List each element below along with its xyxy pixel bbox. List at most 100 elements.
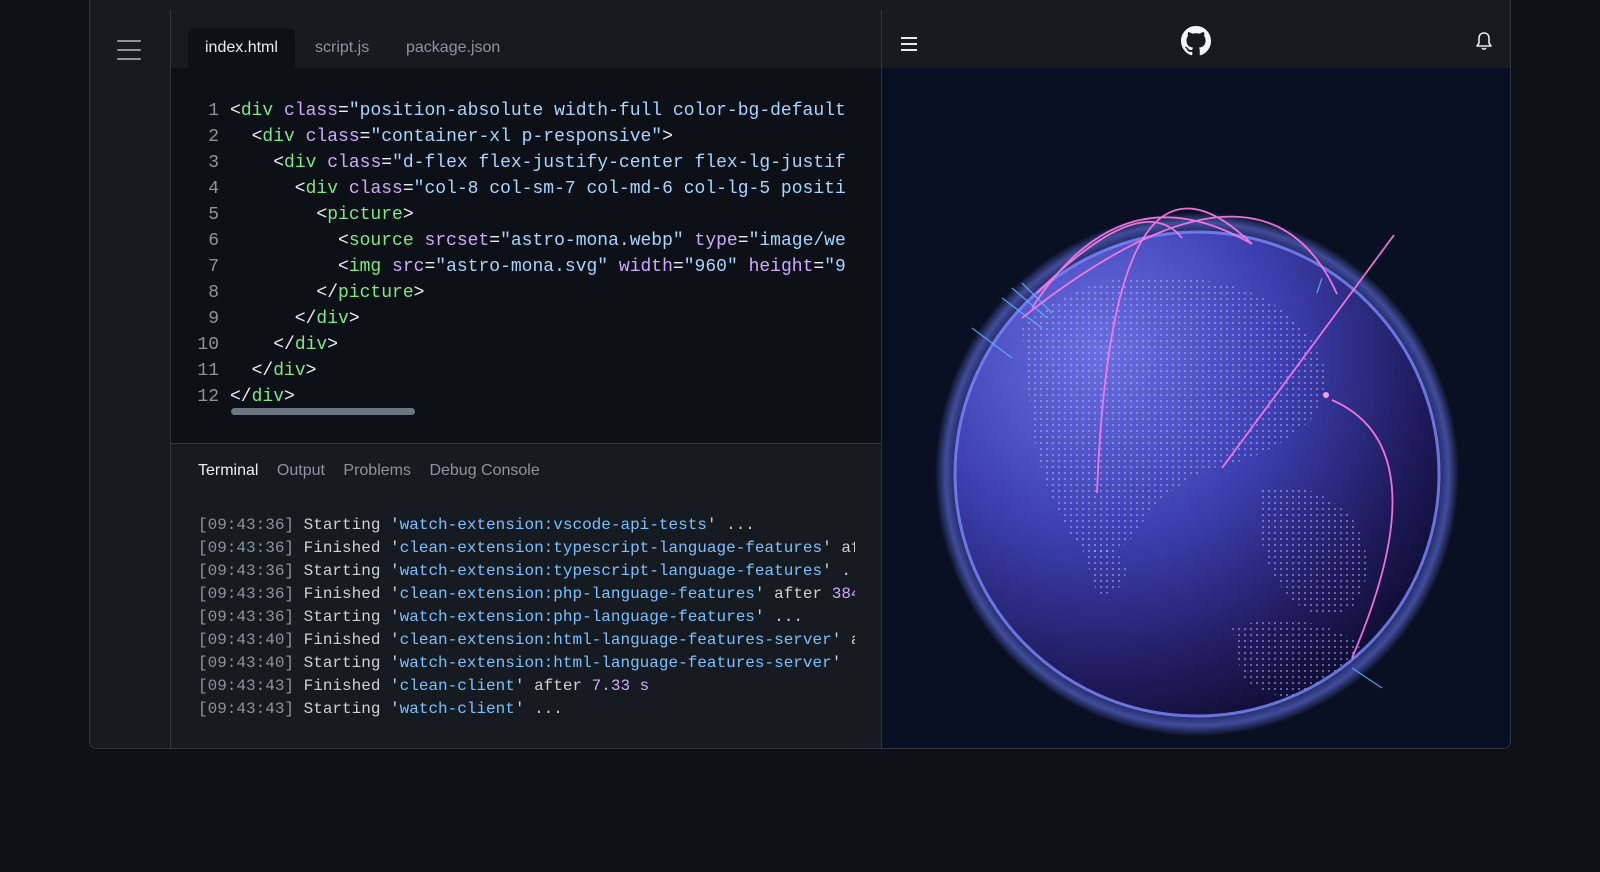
tab-script-js[interactable]: script.js	[298, 28, 386, 68]
code-text: </div>	[230, 332, 855, 358]
code-token: =	[737, 231, 749, 251]
code-token: class	[284, 101, 339, 121]
code-token: "d-flex flex-justify-center flex-lg-just…	[392, 153, 846, 173]
code-token: <	[230, 127, 263, 147]
code-token: </	[230, 361, 274, 381]
line-number: 8	[208, 283, 219, 303]
terminal-task: watch-extension:vscode-api-tests	[399, 516, 707, 534]
tab-package-json[interactable]: package.json	[389, 28, 517, 68]
terminal-line: [09:43:43] Finished 'clean-client' after…	[198, 675, 855, 698]
code-line: 9 </div>	[171, 306, 881, 332]
terminal-line: [09:43:40] Finished 'clean-extension:htm…	[198, 629, 855, 652]
code-token: >	[284, 387, 295, 407]
code-text: <source srcset="astro-mona.webp" type="i…	[230, 228, 855, 254]
github-logo-icon[interactable]	[1181, 26, 1211, 56]
code-token: =	[338, 101, 349, 121]
terminal-task: clean-extension:html-language-features-s…	[399, 631, 832, 649]
terminal-task: watch-extension:php-language-features	[399, 608, 755, 626]
terminal-rest: '	[831, 654, 842, 672]
code-line: 8 </picture>	[171, 280, 881, 306]
terminal-task: clean-client	[399, 677, 515, 695]
line-number: 9	[208, 309, 219, 329]
tab-problems[interactable]: Problems	[343, 462, 411, 480]
code-text: <picture>	[230, 202, 855, 228]
terminal-verb: Starting '	[294, 608, 400, 626]
sidebar-menu-button[interactable]	[117, 40, 141, 60]
terminal-verb: Starting '	[294, 562, 400, 580]
terminal-ts: [09:43:36]	[198, 585, 295, 603]
tab-output[interactable]: Output	[277, 462, 325, 480]
code-token: <	[230, 179, 306, 199]
line-number: 12	[197, 387, 219, 407]
code-token: div	[316, 309, 349, 329]
terminal-rest: ' a	[831, 631, 855, 649]
terminal-line: [09:43:36] Starting 'watch-extension:typ…	[198, 560, 855, 583]
code-token: source	[348, 231, 414, 251]
code-token: "container-xl p-responsive"	[370, 127, 663, 147]
code-token: div	[294, 335, 328, 355]
menu-line	[117, 40, 141, 42]
line-number: 2	[208, 127, 219, 147]
code-token: =	[424, 257, 436, 277]
code-token: div	[273, 361, 306, 381]
terminal-task: watch-client	[399, 700, 515, 718]
bell-icon[interactable]	[1475, 31, 1493, 51]
terminal-task: watch-extension:typescript-language-feat…	[399, 562, 823, 580]
code-token: type	[694, 231, 738, 251]
tab-debug-console[interactable]: Debug Console	[429, 462, 539, 480]
code-token: height	[748, 257, 814, 277]
code-token: >	[662, 127, 673, 147]
terminal-line: [09:43:36] Starting 'watch-extension:vsc…	[198, 514, 855, 537]
code-text: <img src="astro-mona.svg" width="960" he…	[230, 254, 855, 280]
horizontal-scrollbar[interactable]	[231, 408, 415, 415]
line-number: 6	[208, 231, 219, 251]
tab-index-html[interactable]: index.html	[188, 28, 295, 68]
terminal-rest: ' after	[754, 585, 832, 603]
code-token: =	[489, 231, 501, 251]
code-token: picture	[327, 205, 403, 225]
tab-terminal[interactable]: Terminal	[198, 462, 258, 480]
terminal-output[interactable]: [09:43:36] Starting ' watch-extension:vsc…	[198, 514, 855, 721]
code-token: class	[305, 127, 360, 147]
code-token: >	[402, 205, 414, 225]
code-line: 5 <picture>	[171, 202, 881, 228]
code-line: 2 <div class="container-xl p-responsive"…	[171, 124, 881, 150]
globe-graphic	[935, 207, 1459, 736]
terminal-line: [09:43:40] Starting 'watch-extension:htm…	[198, 652, 855, 675]
code-token: div	[251, 387, 285, 407]
code-token: "960"	[683, 257, 738, 277]
code-token: width	[618, 257, 673, 277]
code-token: </	[230, 309, 317, 329]
terminal-verb: Finished '	[294, 677, 400, 695]
code-token: =	[672, 257, 684, 277]
terminal-rest: ' af	[822, 539, 855, 557]
terminal-task: clean-extension:php-language-features	[399, 585, 755, 603]
terminal-line: [09:43:36] Finished 'clean-extension:typ…	[198, 537, 855, 560]
code-token: =	[813, 257, 825, 277]
code-token: >	[348, 309, 360, 329]
code-token: =	[381, 153, 393, 173]
terminal-ts: [09:43:36]	[198, 516, 295, 534]
code-token: >	[305, 361, 317, 381]
code-line: 11 </div>	[171, 358, 881, 384]
menu-line	[117, 58, 141, 60]
terminal-line: [09:43:36] Starting 'watch-extension:php…	[198, 606, 855, 629]
terminal-num: 384	[831, 585, 855, 603]
code-token: >	[413, 283, 425, 303]
terminal-rest: ' .	[822, 562, 851, 580]
preview-pane	[882, 10, 1510, 748]
code-text: <div class="container-xl p-responsive">	[230, 124, 855, 150]
terminal-rest: ' ...	[706, 516, 755, 534]
code-token: <	[230, 153, 285, 173]
code-token: class	[348, 179, 403, 199]
line-number: 5	[208, 205, 219, 225]
code-text: </div>	[230, 384, 855, 410]
line-number: 11	[197, 361, 219, 381]
code-token: </	[230, 335, 295, 355]
hamburger-menu-icon[interactable]	[901, 37, 917, 51]
terminal-verb: Starting '	[294, 654, 400, 672]
